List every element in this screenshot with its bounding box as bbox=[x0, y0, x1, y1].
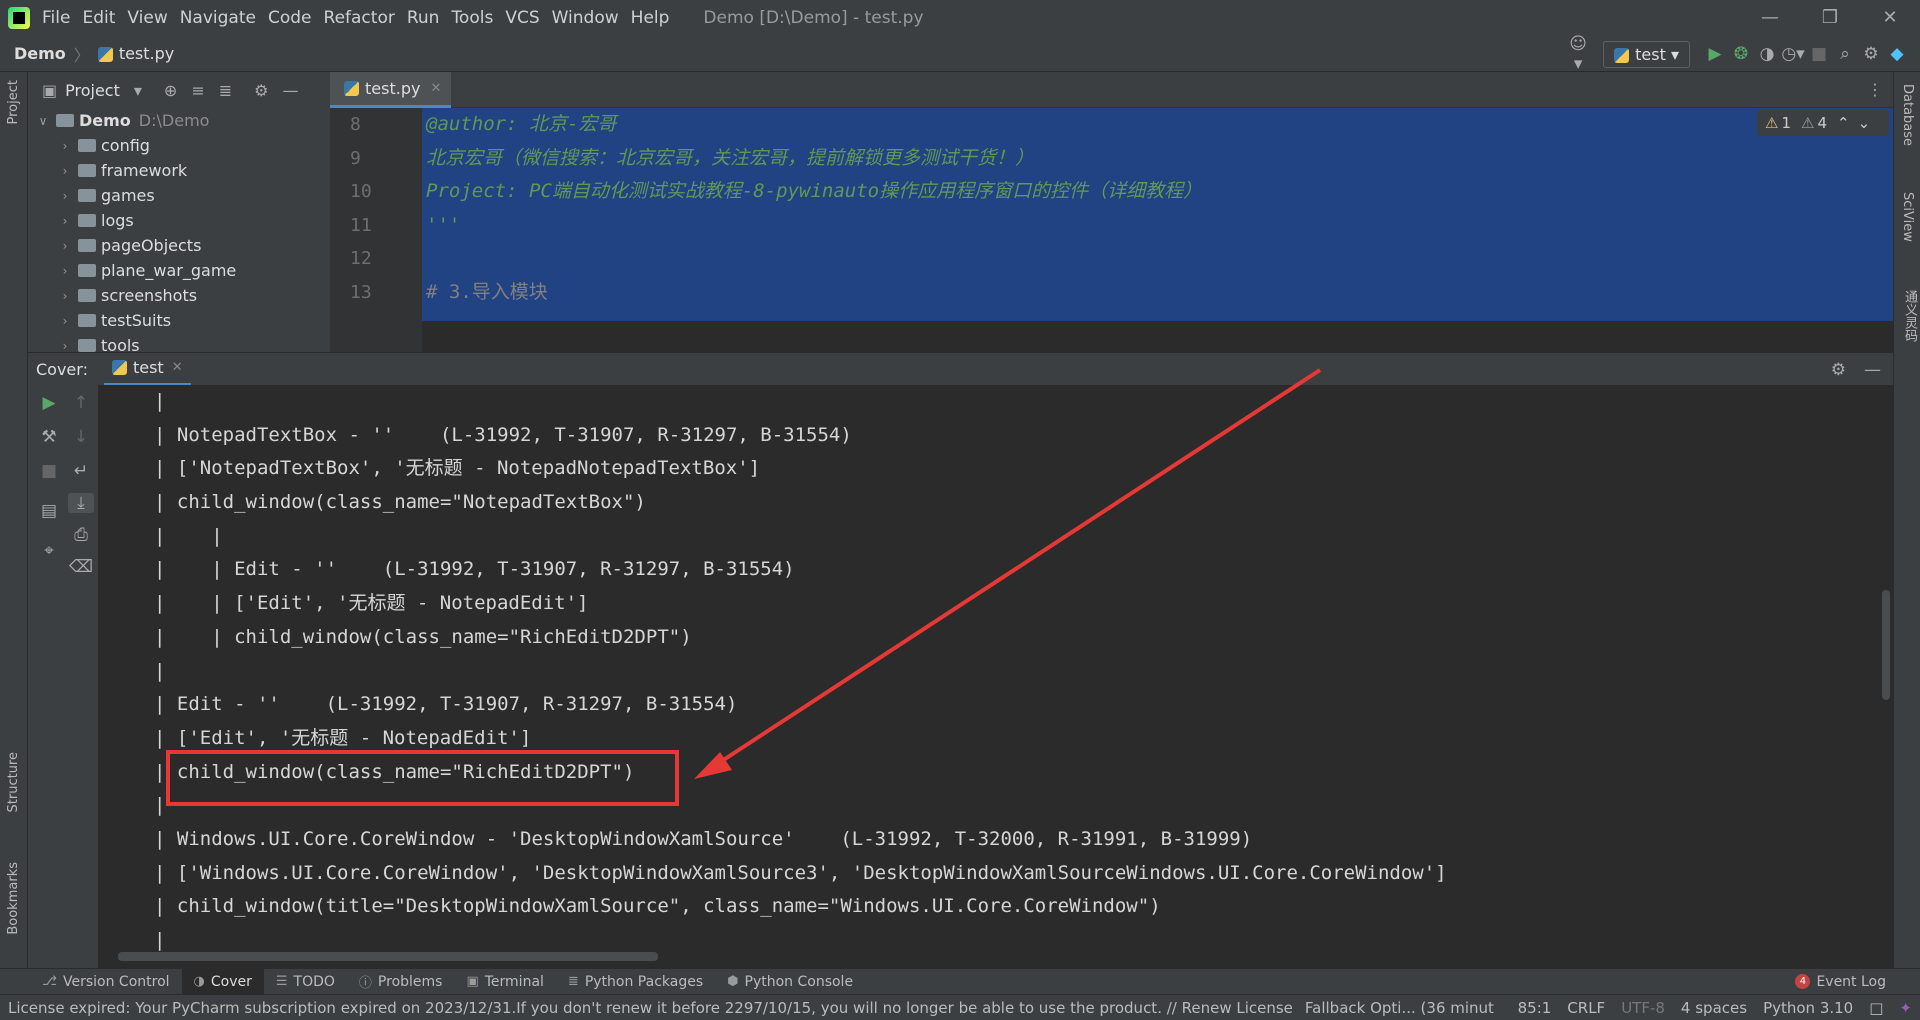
list-icon: ☰ bbox=[275, 974, 288, 989]
annotation-arrow bbox=[694, 368, 1322, 779]
line-separator[interactable]: CRLF bbox=[1567, 999, 1605, 1017]
version-control-label: Version Control bbox=[62, 973, 170, 990]
python-console-label: Python Console bbox=[744, 973, 854, 990]
event-log-tab[interactable]: 4 Event Log bbox=[1783, 969, 1898, 995]
problems-label: Problems bbox=[377, 973, 443, 990]
cover-tab-label: Cover bbox=[210, 973, 252, 990]
indent-setting[interactable]: 4 spaces bbox=[1681, 999, 1747, 1017]
assistant-icon[interactable]: ✦ bbox=[1899, 999, 1912, 1017]
terminal-icon: ▣ bbox=[466, 974, 479, 989]
caret-position[interactable]: 85:1 bbox=[1518, 999, 1552, 1017]
terminal-label: Terminal bbox=[484, 973, 544, 990]
branch-icon: ⎇ bbox=[42, 974, 57, 989]
event-count-badge: 4 bbox=[1795, 974, 1811, 989]
license-message[interactable]: License expired: Your PyCharm subscripti… bbox=[8, 999, 1293, 1017]
problems-tab[interactable]: ⓘ Problems bbox=[347, 969, 455, 995]
info-icon: ⓘ bbox=[358, 976, 372, 991]
file-encoding[interactable]: UTF-8 bbox=[1621, 999, 1665, 1017]
python-packages-label: Python Packages bbox=[584, 973, 704, 990]
status-bar: License expired: Your PyCharm subscripti… bbox=[0, 994, 1920, 1020]
python-icon: ⬢ bbox=[727, 974, 739, 989]
python-config-icon: ◑ bbox=[193, 974, 205, 989]
cover-tab[interactable]: ◑ Cover bbox=[181, 968, 264, 995]
python-packages-tab[interactable]: ≣ Python Packages bbox=[556, 969, 715, 995]
todo-tab[interactable]: ☰ TODO bbox=[264, 969, 347, 995]
event-log-label: Event Log bbox=[1816, 973, 1886, 990]
bottom-tool-tabs: ⎇ Version Control ◑ Cover ☰ TODO ⓘ Problems … bbox=[0, 968, 1920, 995]
status-widgets: 85:1 CRLF UTF-8 4 spaces Python 3.10 □ ✦ bbox=[1493, 995, 1912, 1020]
lock-icon[interactable]: □ bbox=[1869, 999, 1883, 1017]
layers-icon: ≣ bbox=[567, 974, 579, 989]
version-control-tab[interactable]: ⎇ Version Control bbox=[30, 969, 182, 995]
terminal-tab[interactable]: ▣ Terminal bbox=[454, 969, 555, 995]
python-console-tab[interactable]: ⬢ Python Console bbox=[715, 969, 865, 995]
python-interpreter[interactable]: Python 3.10 bbox=[1763, 999, 1853, 1017]
todo-label: TODO bbox=[293, 973, 335, 990]
